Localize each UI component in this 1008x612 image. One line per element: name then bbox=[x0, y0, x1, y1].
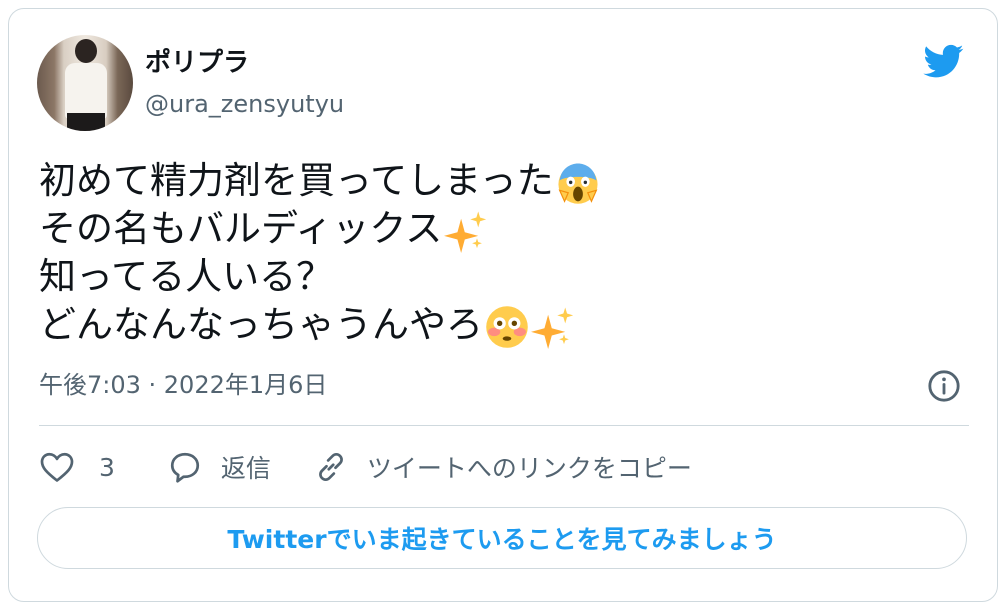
sparkles-emoji bbox=[531, 306, 574, 349]
tweet-line-2: その名もバルディックス bbox=[39, 207, 443, 250]
copy-link-button[interactable]: ツイートへのリンクをコピー bbox=[313, 449, 692, 485]
link-icon bbox=[319, 452, 343, 482]
screaming-face-emoji bbox=[558, 162, 598, 204]
divider bbox=[39, 425, 969, 426]
reply-label: 返信 bbox=[220, 454, 271, 483]
avatar[interactable] bbox=[37, 35, 133, 131]
reply-button[interactable]: 返信 bbox=[167, 449, 271, 485]
heart-icon bbox=[40, 452, 74, 482]
avatar-shirt bbox=[65, 63, 107, 119]
tweet-line-4: どんなんなっちゃうんやろ bbox=[39, 303, 483, 346]
author-handle[interactable]: @ura_zensyutyu bbox=[145, 89, 344, 119]
sparkles-emoji bbox=[444, 210, 487, 253]
flushed-face-emoji bbox=[486, 305, 528, 348]
tweet-line-1: 初めて精力剤を買ってしまった bbox=[39, 159, 554, 202]
tweet-text: 初めて精力剤を買ってしまった その名もバルディックス 知ってる人いる？ どんなん… bbox=[39, 157, 959, 349]
twitter-bird-icon[interactable] bbox=[921, 41, 967, 81]
action-bar: 3 返信 ツイートへのリンクをコピー bbox=[39, 447, 692, 487]
tweet-timestamp[interactable]: 午後7:03 · 2022年1月6日 bbox=[39, 369, 327, 401]
see-whats-happening-button[interactable]: Twitterでいま起きていることを見てみましょう bbox=[37, 507, 967, 569]
info-icon[interactable] bbox=[927, 369, 961, 403]
speech-bubble-icon bbox=[170, 452, 200, 483]
tweet-line-3: 知ってる人いる？ bbox=[39, 255, 334, 298]
like-button[interactable]: 3 bbox=[39, 449, 115, 485]
tweet-card: ポリプラ @ura_zensyutyu 初めて精力剤を買ってしまった その名もバ… bbox=[8, 8, 998, 602]
avatar-head bbox=[75, 39, 97, 63]
like-count: 3 bbox=[99, 452, 115, 482]
author-display-name[interactable]: ポリプラ bbox=[145, 47, 249, 79]
copy-link-label: ツイートへのリンクをコピー bbox=[366, 454, 692, 483]
avatar-pants bbox=[67, 113, 105, 131]
